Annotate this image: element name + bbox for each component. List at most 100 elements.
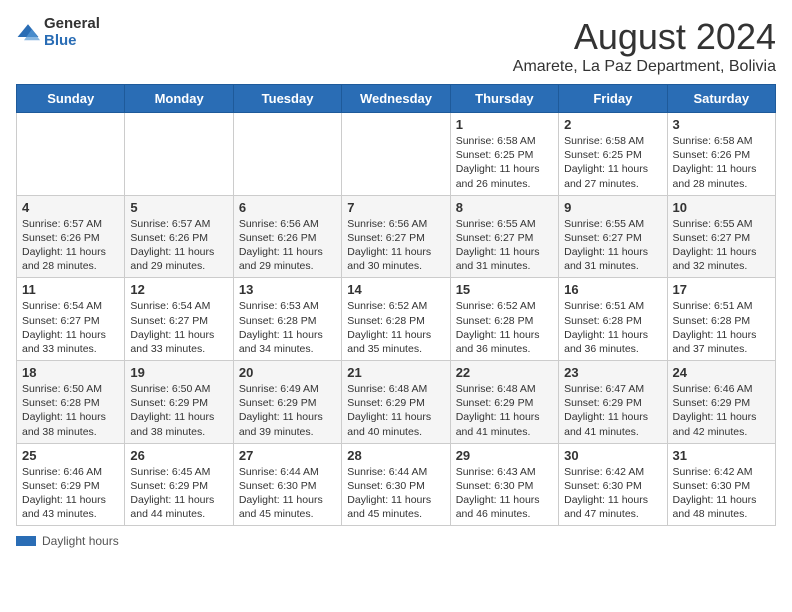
weekday-header-friday: Friday [559,85,667,113]
calendar-cell: 29Sunrise: 6:43 AMSunset: 6:30 PMDayligh… [450,443,558,526]
day-number: 6 [239,200,336,215]
day-info: Sunrise: 6:55 AMSunset: 6:27 PMDaylight:… [673,217,770,274]
calendar-cell: 24Sunrise: 6:46 AMSunset: 6:29 PMDayligh… [667,361,775,444]
weekday-header-saturday: Saturday [667,85,775,113]
calendar-cell: 16 Sunrise: 6:51 AMSunset: 6:28 PMDayligh… [559,278,667,361]
weekday-header-sunday: Sunday [17,85,125,113]
calendar-cell: 10 Sunrise: 6:55 AMSunset: 6:27 PMDayligh… [667,195,775,278]
day-number: 22 [456,365,553,380]
day-info: Sunrise: 6:47 AMSunset: 6:29 PMDaylight:… [564,382,661,439]
calendar-cell: 21 Sunrise: 6:48 AMSunset: 6:29 PMDayligh… [342,361,450,444]
day-info: Sunrise: 6:48 AMSunset: 6:29 PMDaylight:… [456,382,553,439]
calendar-cell: 9Sunrise: 6:55 AMSunset: 6:27 PMDaylight… [559,195,667,278]
day-info: Sunrise: 6:48 AMSunset: 6:29 PMDaylight:… [347,382,444,439]
calendar-cell: 20Sunrise: 6:49 AMSunset: 6:29 PMDayligh… [233,361,341,444]
day-number: 21 [347,365,444,380]
calendar-cell: 28Sunrise: 6:44 AMSunset: 6:30 PMDayligh… [342,443,450,526]
calendar-cell: 19Sunrise: 6:50 AMSunset: 6:29 PMDayligh… [125,361,233,444]
day-info: Sunrise: 6:44 AMSunset: 6:30 PMDaylight:… [347,465,444,522]
day-number: 12 [130,282,227,297]
day-info: Sunrise: 6:57 AMSunset: 6:26 PMDaylight:… [22,217,119,274]
day-number: 30 [564,448,661,463]
calendar-cell: 25 Sunrise: 6:46 AMSunset: 6:29 PMDayligh… [17,443,125,526]
calendar-cell [125,113,233,196]
page-header: General Blue August 2024 Amarete, La Paz… [16,16,776,76]
calendar-cell: 15 Sunrise: 6:52 AMSunset: 6:28 PMDayligh… [450,278,558,361]
day-number: 25 [22,448,119,463]
day-info: Sunrise: 6:56 AMSunset: 6:26 PMDaylight:… [239,217,336,274]
day-number: 24 [673,365,770,380]
day-info: Sunrise: 6:54 AMSunset: 6:27 PMDaylight:… [22,299,119,356]
day-number: 15 [456,282,553,297]
logo-general: General [44,15,100,32]
daylight-label: Daylight hours [42,534,119,548]
calendar-cell: 1Sunrise: 6:58 AMSunset: 6:25 PMDaylight… [450,113,558,196]
calendar-cell: 13 Sunrise: 6:53 AMSunset: 6:28 PMDayligh… [233,278,341,361]
calendar-cell: 12 Sunrise: 6:54 AMSunset: 6:27 PMDayligh… [125,278,233,361]
calendar-week-1: 1Sunrise: 6:58 AMSunset: 6:25 PMDaylight… [17,113,776,196]
calendar-cell: 23 Sunrise: 6:47 AMSunset: 6:29 PMDayligh… [559,361,667,444]
calendar-cell: 6 Sunrise: 6:56 AMSunset: 6:26 PMDaylight… [233,195,341,278]
calendar-cell: 18 Sunrise: 6:50 AMSunset: 6:28 PMDayligh… [17,361,125,444]
day-info: Sunrise: 6:52 AMSunset: 6:28 PMDaylight:… [347,299,444,356]
day-info: Sunrise: 6:56 AMSunset: 6:27 PMDaylight:… [347,217,444,274]
weekday-header-monday: Monday [125,85,233,113]
calendar-cell [233,113,341,196]
day-number: 4 [22,200,119,215]
calendar-cell: 8 Sunrise: 6:55 AMSunset: 6:27 PMDaylight… [450,195,558,278]
day-number: 26 [130,448,227,463]
weekday-header-tuesday: Tuesday [233,85,341,113]
weekday-header-wednesday: Wednesday [342,85,450,113]
day-info: Sunrise: 6:58 AMSunset: 6:26 PMDaylight:… [673,134,770,191]
day-info: Sunrise: 6:52 AMSunset: 6:28 PMDaylight:… [456,299,553,356]
day-number: 13 [239,282,336,297]
day-number: 8 [456,200,553,215]
day-info: Sunrise: 6:49 AMSunset: 6:29 PMDaylight:… [239,382,336,439]
day-info: Sunrise: 6:58 AMSunset: 6:25 PMDaylight:… [456,134,553,191]
weekday-header-thursday: Thursday [450,85,558,113]
calendar-cell: 22 Sunrise: 6:48 AMSunset: 6:29 PMDayligh… [450,361,558,444]
day-info: Sunrise: 6:50 AMSunset: 6:28 PMDaylight:… [22,382,119,439]
day-number: 27 [239,448,336,463]
footer: Daylight hours [16,534,776,548]
calendar-cell: 5Sunrise: 6:57 AMSunset: 6:26 PMDaylight… [125,195,233,278]
day-number: 14 [347,282,444,297]
day-number: 29 [456,448,553,463]
calendar-cell: 31Sunrise: 6:42 AMSunset: 6:30 PMDayligh… [667,443,775,526]
day-info: Sunrise: 6:57 AMSunset: 6:26 PMDaylight:… [130,217,227,274]
calendar-cell: 26 Sunrise: 6:45 AMSunset: 6:29 PMDayligh… [125,443,233,526]
day-info: Sunrise: 6:55 AMSunset: 6:27 PMDaylight:… [456,217,553,274]
calendar-cell: 2Sunrise: 6:58 AMSunset: 6:25 PMDaylight… [559,113,667,196]
calendar-cell: 4 Sunrise: 6:57 AMSunset: 6:26 PMDaylight… [17,195,125,278]
calendar-table: SundayMondayTuesdayWednesdayThursdayFrid… [16,84,776,526]
logo-icon [16,21,40,45]
calendar-cell: 14 Sunrise: 6:52 AMSunset: 6:28 PMDayligh… [342,278,450,361]
day-number: 23 [564,365,661,380]
day-info: Sunrise: 6:42 AMSunset: 6:30 PMDaylight:… [673,465,770,522]
calendar-cell [17,113,125,196]
calendar-cell: 3 Sunrise: 6:58 AMSunset: 6:26 PMDaylight… [667,113,775,196]
logo-blue: Blue [44,32,77,49]
day-info: Sunrise: 6:42 AMSunset: 6:30 PMDaylight:… [564,465,661,522]
month-title: August 2024 [513,16,776,58]
day-number: 10 [673,200,770,215]
day-info: Sunrise: 6:58 AMSunset: 6:25 PMDaylight:… [564,134,661,191]
day-info: Sunrise: 6:51 AMSunset: 6:28 PMDaylight:… [673,299,770,356]
calendar-cell: 27Sunrise: 6:44 AMSunset: 6:30 PMDayligh… [233,443,341,526]
weekday-header-row: SundayMondayTuesdayWednesdayThursdayFrid… [17,85,776,113]
day-info: Sunrise: 6:54 AMSunset: 6:27 PMDaylight:… [130,299,227,356]
calendar-cell: 7Sunrise: 6:56 AMSunset: 6:27 PMDaylight… [342,195,450,278]
logo: General Blue [16,16,100,49]
calendar-week-2: 4 Sunrise: 6:57 AMSunset: 6:26 PMDaylight… [17,195,776,278]
day-info: Sunrise: 6:51 AMSunset: 6:28 PMDaylight:… [564,299,661,356]
day-info: Sunrise: 6:45 AMSunset: 6:29 PMDaylight:… [130,465,227,522]
day-number: 3 [673,117,770,132]
day-info: Sunrise: 6:53 AMSunset: 6:28 PMDaylight:… [239,299,336,356]
calendar-cell [342,113,450,196]
day-info: Sunrise: 6:46 AMSunset: 6:29 PMDaylight:… [22,465,119,522]
day-number: 11 [22,282,119,297]
daylight-legend-bar [16,536,36,546]
calendar-week-3: 11 Sunrise: 6:54 AMSunset: 6:27 PMDayligh… [17,278,776,361]
day-number: 16 [564,282,661,297]
day-number: 18 [22,365,119,380]
